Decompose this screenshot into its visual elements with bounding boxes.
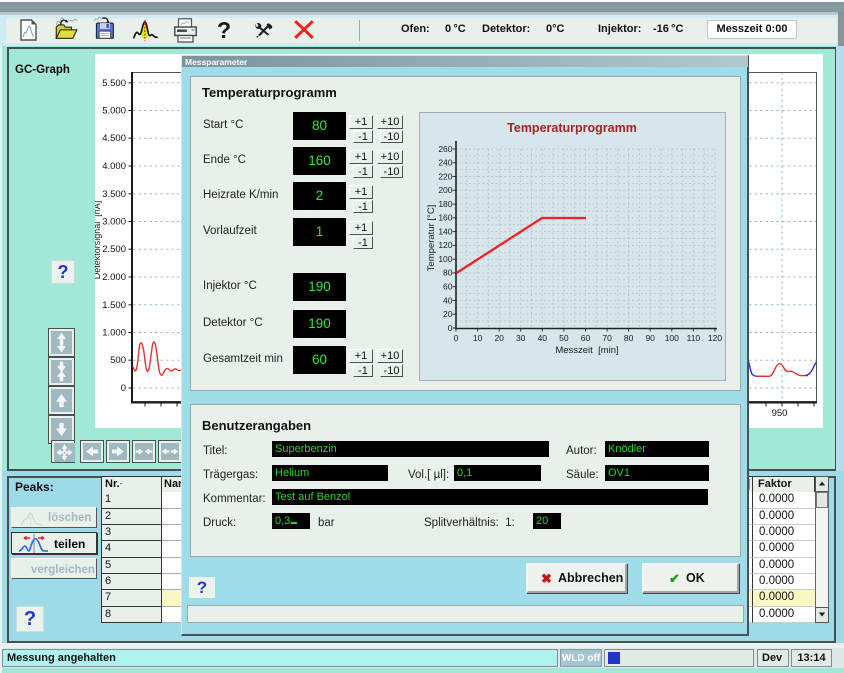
svg-text:Temperatur [°C]: Temperatur [°C] bbox=[426, 205, 437, 272]
svg-text:0: 0 bbox=[121, 383, 126, 394]
svg-text:3.000: 3.000 bbox=[102, 217, 126, 228]
svg-text:240: 240 bbox=[438, 158, 452, 168]
svg-text:60: 60 bbox=[581, 333, 591, 343]
svg-text:80: 80 bbox=[624, 333, 634, 343]
svg-text:Temperaturprogramm: Temperaturprogramm bbox=[507, 121, 637, 135]
svg-text:Detektorsignal [nA]: Detektorsignal [nA] bbox=[95, 201, 102, 280]
svg-text:0: 0 bbox=[454, 333, 459, 343]
svg-text:100: 100 bbox=[665, 333, 679, 343]
svg-text:100: 100 bbox=[438, 254, 452, 264]
svg-text:180: 180 bbox=[438, 199, 452, 209]
svg-text:4.000: 4.000 bbox=[102, 161, 126, 172]
svg-text:0: 0 bbox=[448, 323, 453, 333]
svg-text:60: 60 bbox=[443, 282, 453, 292]
svg-text:50: 50 bbox=[559, 333, 569, 343]
svg-text:70: 70 bbox=[602, 333, 612, 343]
svg-text:30: 30 bbox=[516, 333, 526, 343]
svg-text:Messzeit [min]: Messzeit [min] bbox=[555, 345, 618, 356]
svg-text:5.500: 5.500 bbox=[102, 78, 126, 89]
svg-text:40: 40 bbox=[443, 295, 453, 305]
svg-text:80: 80 bbox=[443, 268, 453, 278]
svg-text:20: 20 bbox=[494, 333, 504, 343]
svg-text:500: 500 bbox=[110, 355, 126, 366]
svg-text:220: 220 bbox=[438, 171, 452, 181]
svg-text:120: 120 bbox=[708, 333, 722, 343]
svg-text:2.500: 2.500 bbox=[102, 244, 126, 255]
svg-text:950: 950 bbox=[772, 408, 788, 419]
svg-text:40: 40 bbox=[538, 333, 548, 343]
svg-text:200: 200 bbox=[438, 185, 452, 195]
svg-text:20: 20 bbox=[443, 309, 453, 319]
svg-text:160: 160 bbox=[438, 213, 452, 223]
svg-text:110: 110 bbox=[687, 333, 701, 343]
svg-text:1.000: 1.000 bbox=[102, 328, 126, 339]
svg-text:3.500: 3.500 bbox=[102, 189, 126, 200]
svg-text:2.000: 2.000 bbox=[102, 272, 126, 283]
svg-text:90: 90 bbox=[645, 333, 655, 343]
svg-text:10: 10 bbox=[473, 333, 483, 343]
svg-text:120: 120 bbox=[438, 240, 452, 250]
svg-text:140: 140 bbox=[438, 226, 452, 236]
svg-text:260: 260 bbox=[438, 144, 452, 154]
svg-text:5.000: 5.000 bbox=[102, 106, 126, 117]
svg-text:1.500: 1.500 bbox=[102, 300, 126, 311]
svg-text:4.500: 4.500 bbox=[102, 133, 126, 144]
